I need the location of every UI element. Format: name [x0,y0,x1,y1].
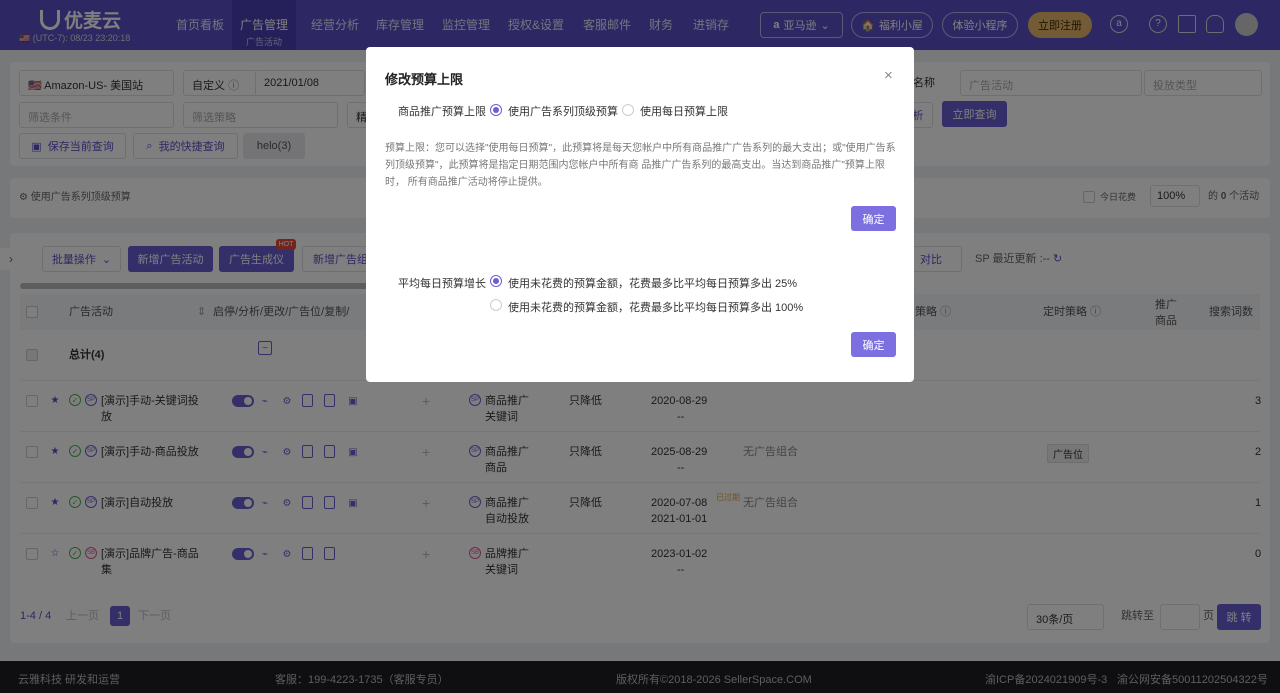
campaign-budget-option[interactable]: 使用广告系列顶级预算 [508,103,618,119]
budget-description: 预算上限：您可以选择"使用每日预算"，此预算将是每天您帐户中所有商品推广广告系列… [385,143,896,188]
budget-cap-label: 商品推广预算上限 [398,106,486,118]
budget-growth-label: 平均每日预算增长 [398,278,486,290]
growth-100-option[interactable]: 使用未花费的预算金额，花费最多比平均每日预算多出 100% [508,299,803,315]
budget-limit-modal: 修改预算上限 × 商品推广预算上限 使用广告系列顶级预算 使用每日预算上限 预算… [366,47,914,382]
growth-25-option[interactable]: 使用未花费的预算金额，花费最多比平均每日预算多出 25% [508,275,797,291]
campaign-budget-radio[interactable] [490,104,502,116]
modal-title: 修改预算上限 [385,72,464,87]
confirm-budget-button[interactable]: 确定 [851,206,896,231]
daily-budget-option[interactable]: 使用每日预算上限 [640,103,728,119]
growth-25-radio[interactable] [490,275,502,287]
close-icon[interactable]: × [884,67,893,84]
confirm-growth-button[interactable]: 确定 [851,332,896,357]
daily-budget-radio[interactable] [622,104,634,116]
growth-100-radio[interactable] [490,299,502,311]
